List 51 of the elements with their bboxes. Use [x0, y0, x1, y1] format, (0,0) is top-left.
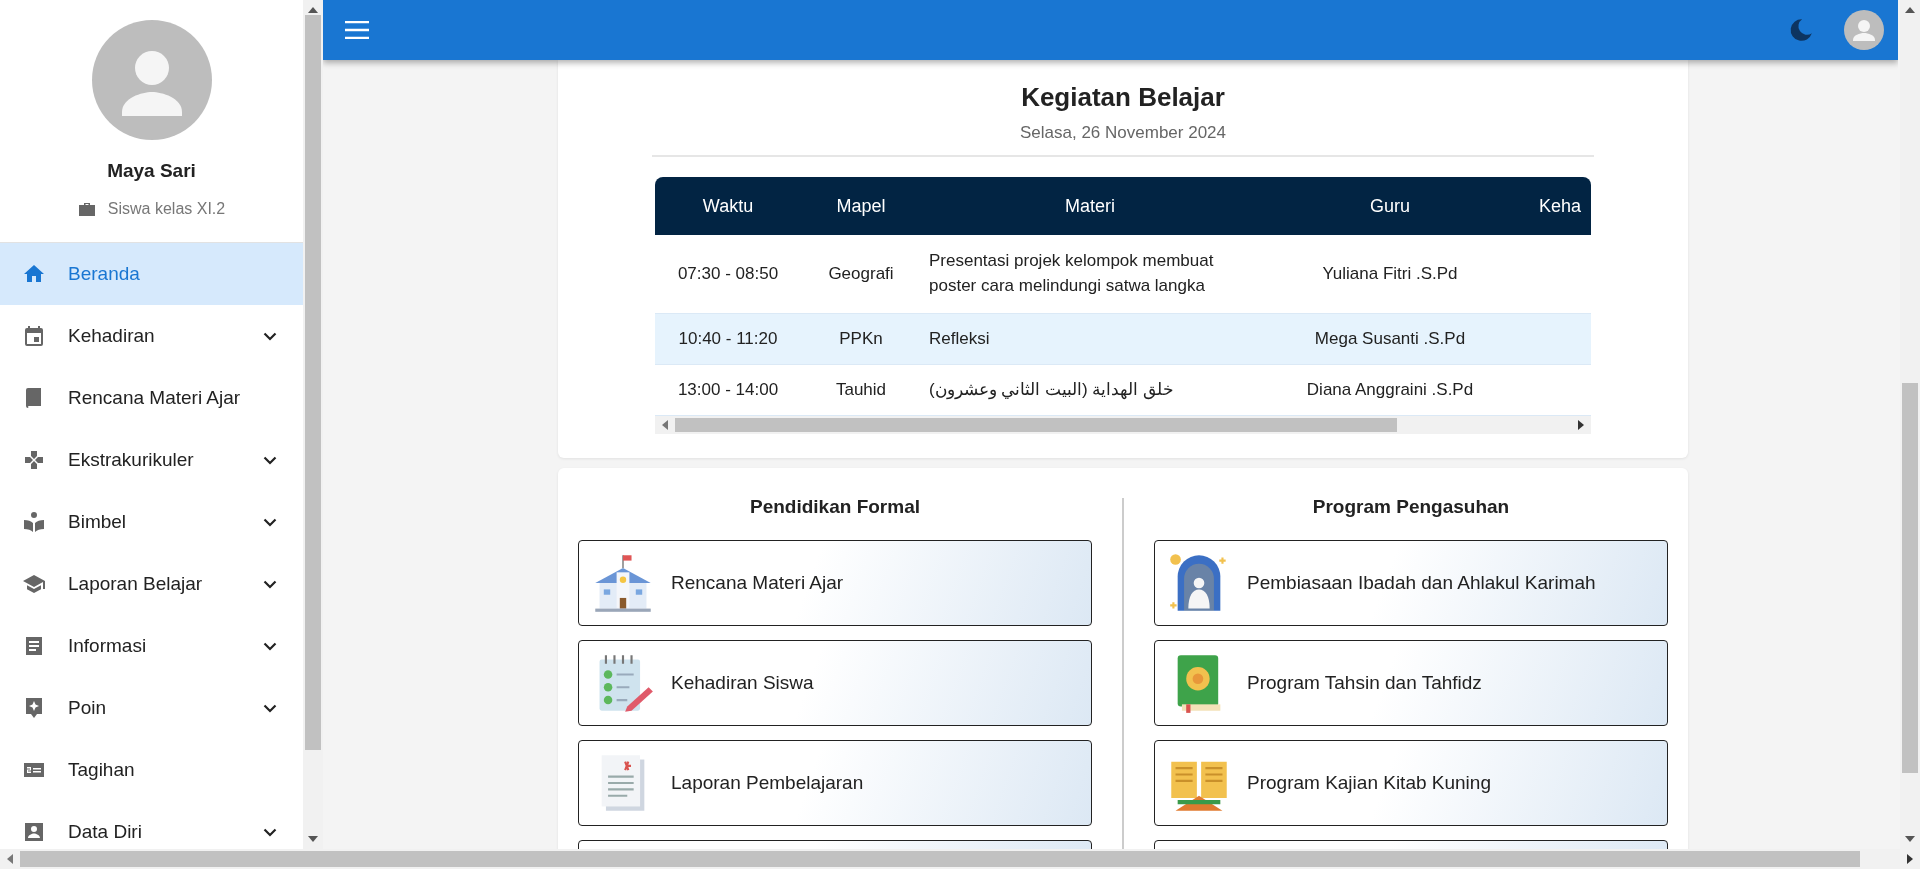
table-cell: PPKn	[839, 328, 883, 348]
sidebar-item[interactable]: Bimbel	[0, 491, 303, 553]
table-cell: Geografi	[828, 263, 894, 283]
program-link-card[interactable]: Rencana Materi Ajar	[578, 540, 1092, 626]
id-card-icon	[22, 820, 46, 844]
card-title: Kegiatan Belajar	[1021, 82, 1225, 113]
sidebar-item[interactable]: Ekstrakurikuler	[0, 429, 303, 491]
sidebar-item[interactable]: Informasi	[0, 615, 303, 677]
user-name: Maya Sari	[107, 160, 196, 182]
avatar-icon[interactable]	[1844, 10, 1884, 50]
calendar-icon	[22, 324, 46, 348]
briefcase-icon	[77, 201, 96, 217]
column-header: Keha	[1538, 195, 1583, 217]
table-cell: Refleksi	[929, 328, 990, 348]
column-header: Materi	[1064, 195, 1116, 217]
sidebar-item[interactable]: Laporan Belajar	[0, 553, 303, 615]
sidebar-item[interactable]: Kehadiran	[0, 305, 303, 367]
program-link-card[interactable]: Laporan Pembelajaran	[578, 740, 1092, 826]
moon-icon[interactable]	[1788, 17, 1814, 43]
date-text: Selasa, 26 November 2024	[1020, 123, 1226, 143]
table-cell: Tauhid	[835, 379, 887, 399]
graduation-cap-icon	[22, 572, 46, 596]
table-cell: خلق الهداية (البيت الثاني وعشرون)	[929, 379, 1175, 399]
user-role: Siswa kelas XI.2	[107, 200, 226, 218]
table-cell: Mega Susanti .S.Pd	[1314, 328, 1466, 348]
sidebar-item[interactable]: Beranda	[0, 243, 303, 305]
scrollbar[interactable]	[655, 416, 1591, 434]
reading-person-icon	[22, 510, 46, 534]
sidebar-item[interactable]: Tagihan	[0, 739, 303, 801]
gamepad-icon	[22, 448, 46, 472]
column-header: Mapel	[835, 195, 887, 217]
table-cell: Presentasi projek kelompok membuat poster cara melindungi satwa langka	[929, 251, 1214, 295]
table-cell: 07:30 - 08:50	[677, 263, 779, 283]
column-header: Guru	[1369, 195, 1411, 217]
program-link-card[interactable]: Program Tahsin dan Tahfidz	[1154, 640, 1668, 726]
scrollbar[interactable]	[303, 0, 323, 849]
table-cell: Yuliana Fitri .S.Pd	[1322, 263, 1458, 283]
table-cell: 10:40 - 11:20	[678, 328, 778, 348]
sidebar-item[interactable]: Poin	[0, 677, 303, 739]
program-link-card[interactable]: Pembiasaan Ibadah dan Ahlakul Karimah	[1154, 540, 1668, 626]
section-title: Pendidikan Formal	[749, 496, 921, 518]
avatar-icon	[91, 20, 212, 140]
program-link-card[interactable]: Kehadiran Siswa	[578, 640, 1092, 726]
column-header: Waktu	[701, 195, 755, 217]
menu-icon[interactable]	[345, 21, 369, 39]
sidebar-item[interactable]: Rencana Materi Ajar	[0, 367, 303, 429]
program-link-card[interactable]: Program Kajian Kitab Kuning	[1154, 740, 1668, 826]
sidebar-item[interactable]: Data Diri	[0, 801, 303, 849]
table-cell: Diana Anggraini .S.Pd	[1306, 379, 1474, 399]
table-cell: 13:00 - 14:00	[677, 379, 779, 399]
section-title: Program Pengasuhan	[1311, 496, 1511, 518]
